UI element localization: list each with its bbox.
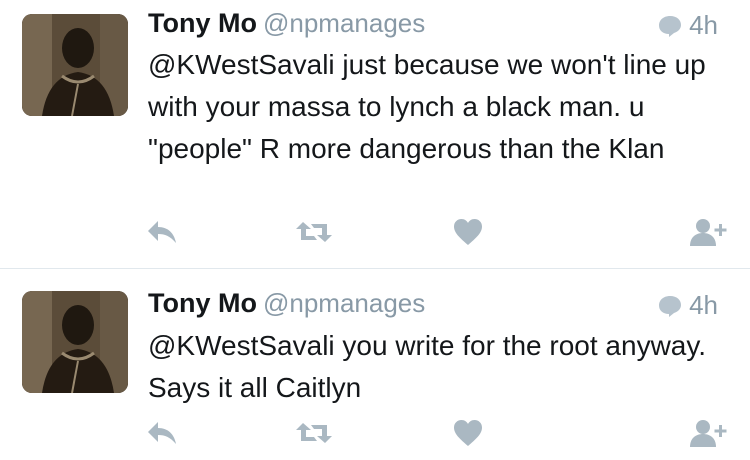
heart-icon: [454, 420, 482, 446]
tweet-time: 4h: [657, 290, 718, 321]
reply-button[interactable]: [140, 413, 184, 453]
heart-icon: [454, 219, 482, 245]
tweet-header: Tony Mo @npmanages: [148, 288, 425, 324]
tweet-actions: [0, 212, 750, 252]
retweet-icon: [296, 423, 332, 443]
reply-button[interactable]: [140, 212, 184, 252]
reply-icon: [148, 422, 176, 444]
follow-button[interactable]: [686, 212, 730, 252]
reply-icon: [148, 221, 176, 243]
display-name[interactable]: Tony Mo: [148, 8, 257, 38]
tweet-1[interactable]: Tony Mo @npmanages 4h @KWestSavali just b…: [0, 0, 750, 268]
follow-button[interactable]: [686, 413, 730, 453]
retweet-button[interactable]: [292, 413, 336, 453]
tweet-actions: [0, 413, 750, 453]
like-button[interactable]: [446, 212, 490, 252]
follow-user-icon: [690, 219, 727, 246]
display-name[interactable]: Tony Mo: [148, 288, 257, 318]
follow-user-icon: [690, 420, 727, 447]
like-button[interactable]: [446, 413, 490, 453]
user-handle[interactable]: @npmanages: [263, 288, 425, 318]
reply-count-bubble-icon: [659, 295, 682, 317]
user-handle[interactable]: @npmanages: [263, 8, 425, 38]
tweet-2[interactable]: Tony Mo @npmanages 4h @KWestSavali you wr…: [0, 269, 750, 460]
reply-count-bubble-icon: [659, 15, 682, 37]
avatar[interactable]: [22, 14, 128, 116]
retweet-icon: [296, 222, 332, 242]
timestamp: 4h: [689, 10, 718, 40]
tweet-time: 4h: [657, 10, 718, 41]
avatar[interactable]: [22, 291, 128, 393]
timestamp: 4h: [689, 290, 718, 320]
retweet-button[interactable]: [292, 212, 336, 252]
tweet-text: @KWestSavali you write for the root anyw…: [148, 330, 707, 403]
tweet-text: @KWestSavali just because we won't line …: [148, 49, 706, 164]
tweet-header: Tony Mo @npmanages: [148, 8, 425, 44]
